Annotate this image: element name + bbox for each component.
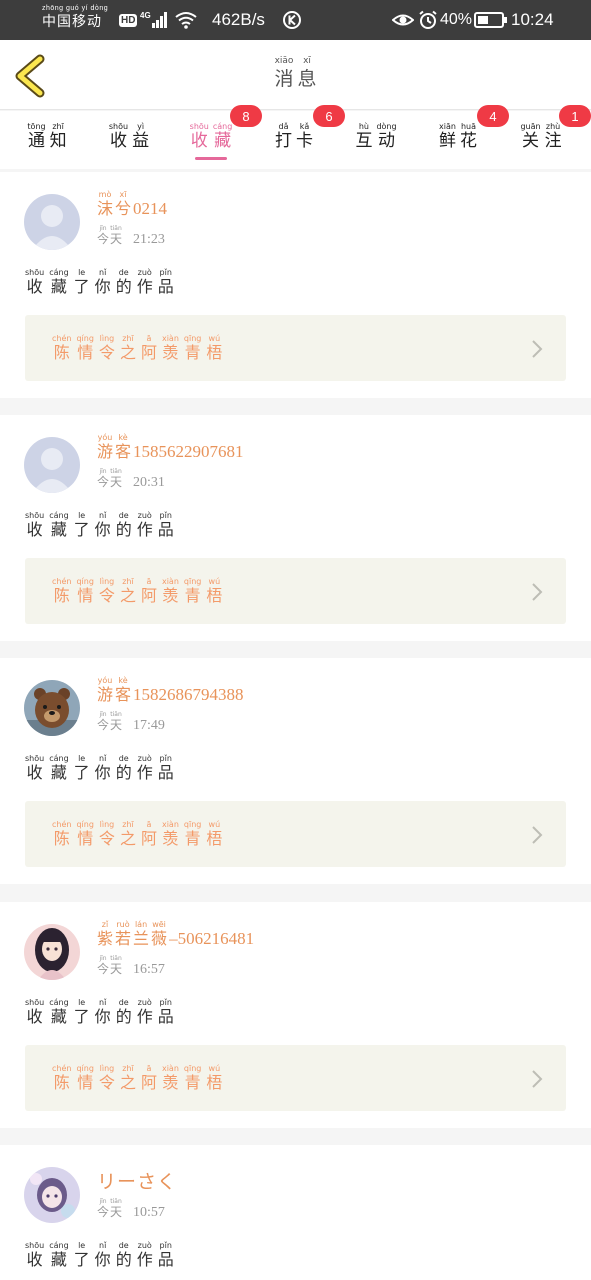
tab-label: dǎ 打 kǎ 卡: [275, 122, 313, 151]
action-text: shōu 收 cáng 藏 le 了 nǐ 你 de 的 zuò 作 pǐn 品: [25, 511, 174, 539]
tab-label: shōu 收 cáng 藏: [189, 122, 233, 151]
eye-icon: [392, 0, 414, 40]
user-name[interactable]: リーさく: [97, 1171, 177, 1193]
wifi-icon: [174, 0, 198, 40]
default-avatar-icon[interactable]: [24, 437, 80, 493]
action-text: shōu 收 cáng 藏 le 了 nǐ 你 de 的 zuò 作 pǐn 品: [25, 268, 174, 296]
carrier-name: 中国移动: [42, 13, 102, 29]
tab-flowers[interactable]: xiān 鲜 huā 花 4: [423, 105, 509, 169]
notification-card: mò 沫 xī 兮 0214 jīn 今 tiān 天 21:23 shōu 收 cáng 藏 le 了 n…: [0, 172, 591, 398]
tab-label: shōu 收 yì 益: [108, 122, 150, 151]
chevron-right-icon: [532, 1070, 543, 1088]
page-title: xiāo 消 xī 息: [0, 56, 591, 91]
notification-card: yóu 游 kè 客 1582686794388 jīn 今 tiān 天 17:49 shōu…: [0, 658, 591, 884]
network-speed: 462B/s: [212, 10, 265, 29]
tab-earnings[interactable]: shōu 收 yì 益: [94, 111, 164, 169]
work-link[interactable]: chén 陈 qíng 情 lìng 令 zhī 之 ā 阿 xiàn 羡 qīng 青 wú 梧: [25, 558, 566, 624]
k-app-icon: [282, 0, 302, 40]
anime-avatar-icon[interactable]: [24, 1167, 80, 1223]
user-name[interactable]: yóu 游 kè 客 1582686794388: [97, 676, 244, 705]
timestamp: jīn 今 tiān 天 21:23: [97, 225, 165, 247]
notification-card: yóu 游 kè 客 1585622907681 jīn 今 tiān 天 20:31 shōu…: [0, 415, 591, 641]
action-text: shōu 收 cáng 藏 le 了 nǐ 你 de 的 zuò 作 pǐn 品: [25, 754, 174, 782]
timestamp: jīn 今 tiān 天 10:57: [97, 1198, 165, 1220]
clock: 10:24: [511, 10, 554, 29]
work-link[interactable]: chén 陈 qíng 情 lìng 令 zhī 之 ā 阿 xiàn 羡 qīng 青 wú 梧: [25, 801, 566, 867]
tab-follow[interactable]: guān 关 zhù 注 1: [506, 105, 591, 169]
action-text: shōu 收 cáng 藏 le 了 nǐ 你 de 的 zuò 作 pǐn 品: [25, 998, 174, 1026]
unread-badge: 8: [230, 105, 262, 127]
chevron-right-icon: [532, 826, 543, 844]
timestamp: jīn 今 tiān 天 16:57: [97, 955, 165, 977]
battery-percent: 40%: [440, 11, 473, 28]
title-char: xiāo 消: [274, 56, 294, 90]
notification-card: zǐ 紫 ruò 若 lán 兰 wēi 薇 –506216481 jīn 今 tiān 天 16:57…: [0, 902, 591, 1128]
tab-bar: tōng 通 zhī 知 shōu 收 yì 益 shōu 收 cáng 藏 8 dǎ 打 kǎ 卡 6…: [0, 105, 591, 169]
tab-label: xiān 鲜 huā 花: [439, 122, 477, 151]
timestamp: jīn 今 tiān 天 20:31: [97, 468, 165, 490]
action-text: shōu 收 cáng 藏 le 了 nǐ 你 de 的 zuò 作 pǐn 品: [25, 1241, 174, 1269]
status-bar: zhōng guó yí dòng 中国移动 HD 4G 462B/s 40% …: [0, 0, 591, 40]
bear-avatar-icon[interactable]: [24, 680, 80, 736]
tab-interaction[interactable]: hù 互 dòng 动: [341, 111, 411, 169]
work-title: chén 陈 qíng 情 lìng 令 zhī 之 ā 阿 xiàn 羡 qīng 青 wú 梧: [52, 1064, 223, 1092]
network-type: 4G: [140, 11, 151, 20]
work-link[interactable]: chén 陈 qíng 情 lìng 令 zhī 之 ā 阿 xiàn 羡 qīng 青 wú 梧: [25, 1045, 566, 1111]
active-tab-indicator: [195, 157, 227, 160]
title-char: xī 息: [297, 56, 317, 90]
carrier: zhōng guó yí dòng 中国移动: [42, 5, 108, 35]
user-name[interactable]: mò 沫 xī 兮 0214: [97, 190, 167, 219]
alarm-icon: [418, 0, 438, 40]
carrier-pinyin: zhōng guó yí dòng: [42, 5, 109, 12]
tab-notice[interactable]: tōng 通 zhī 知: [12, 111, 82, 169]
app-header: xiāo 消 xī 息: [0, 40, 591, 110]
girl-avatar-icon[interactable]: [24, 924, 80, 980]
work-title: chén 陈 qíng 情 lìng 令 zhī 之 ā 阿 xiàn 羡 qīng 青 wú 梧: [52, 577, 223, 605]
battery-icon: [474, 0, 508, 40]
user-name[interactable]: yóu 游 kè 客 1585622907681: [97, 433, 244, 462]
user-name[interactable]: zǐ 紫 ruò 若 lán 兰 wēi 薇 –506216481: [97, 920, 254, 949]
hd-icon: HD: [119, 13, 138, 27]
work-title: chén 陈 qíng 情 lìng 令 zhī 之 ā 阿 xiàn 羡 qīng 青 wú 梧: [52, 334, 223, 362]
tab-checkin[interactable]: dǎ 打 kǎ 卡 6: [259, 105, 345, 169]
tab-favorites[interactable]: shōu 收 cáng 藏 8: [176, 105, 262, 169]
timestamp: jīn 今 tiān 天 17:49: [97, 711, 165, 733]
notification-card: リーさく jīn 今 tiān 天 10:57 shōu 收 cáng 藏 le 了 nǐ 你 de 的 z…: [0, 1145, 591, 1280]
signal-icon: 4G: [140, 0, 170, 40]
tab-label: hù 互 dòng 动: [355, 122, 397, 151]
chevron-right-icon: [532, 340, 543, 358]
unread-badge: 4: [477, 105, 509, 127]
chevron-right-icon: [532, 583, 543, 601]
tab-label: tōng 通 zhī 知: [27, 122, 67, 151]
unread-badge: 1: [559, 105, 591, 127]
work-title: chén 陈 qíng 情 lìng 令 zhī 之 ā 阿 xiàn 羡 qīng 青 wú 梧: [52, 820, 223, 848]
work-link[interactable]: chén 陈 qíng 情 lìng 令 zhī 之 ā 阿 xiàn 羡 qīng 青 wú 梧: [25, 315, 566, 381]
default-avatar-icon[interactable]: [24, 194, 80, 250]
